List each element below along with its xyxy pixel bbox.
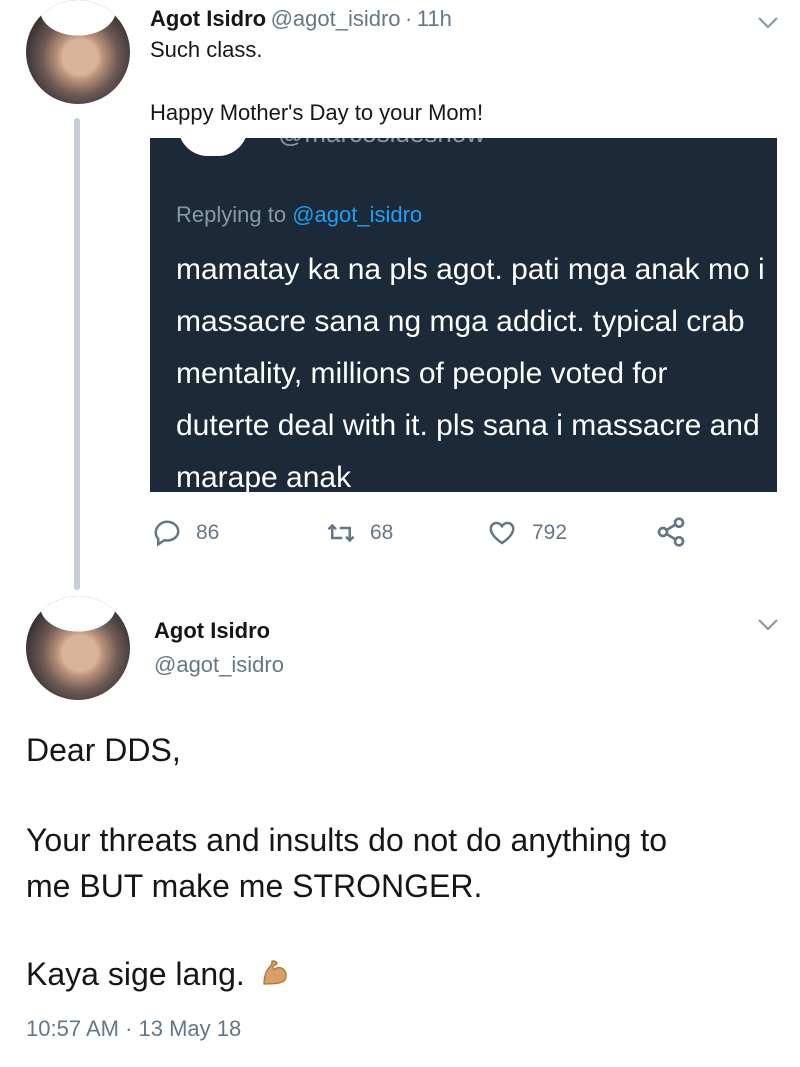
quoted-body: mamatay ka na pls agot. pati mga anak mo… [176, 253, 765, 492]
tweet-text-line: Dear DDS, [26, 732, 181, 768]
tweet-text-line: Such class. [150, 37, 263, 62]
like-button[interactable]: 792 [486, 518, 567, 548]
cropped-avatar [178, 138, 248, 156]
dot-separator: · [404, 6, 413, 31]
tweet-timestamp[interactable]: 10:57 AM · 13 May 18 [26, 1016, 241, 1042]
flexed-biceps-icon [263, 960, 287, 985]
chevron-down-icon[interactable] [756, 10, 780, 34]
replying-handle[interactable]: @agot_isidro [292, 202, 422, 227]
like-count: 792 [532, 521, 568, 544]
author-handle[interactable]: @agot_isidro [271, 6, 401, 31]
reply-button[interactable]: 86 [152, 518, 219, 548]
tweet-text-line: Your threats and insults do not do anyth… [26, 822, 668, 858]
avatar[interactable] [26, 0, 130, 104]
tweet-text-line: Kaya sige lang. [26, 952, 291, 996]
avatar[interactable] [26, 596, 130, 700]
retweet-count: 68 [370, 521, 394, 544]
tweet-time[interactable]: 11h [417, 6, 452, 31]
tweet-text-line: me BUT make me STRONGER. [26, 868, 483, 904]
heart-icon [489, 521, 515, 545]
cropped-handle: @marcosideshow [278, 138, 485, 149]
retweet-icon [327, 523, 355, 543]
thread-connector-line [74, 118, 80, 590]
reply-count: 86 [196, 521, 220, 544]
share-button[interactable] [654, 516, 702, 548]
tweet-header: Agot Isidro @agot_isidro · 11h [150, 6, 452, 32]
author-name[interactable]: Agot Isidro [150, 6, 266, 31]
cropped-header: @marcosideshow [150, 138, 777, 156]
author-handle[interactable]: @agot_isidro [154, 652, 284, 678]
tweet-text-line: Happy Mother's Day to your Mom! [150, 100, 484, 125]
replying-prefix: Replying to [176, 202, 293, 227]
chevron-down-icon[interactable] [756, 612, 780, 636]
author-name[interactable]: Agot Isidro [154, 618, 270, 644]
quoted-screenshot[interactable]: @marcosideshow Replying to @agot_isidro … [150, 138, 777, 492]
retweet-button[interactable]: 68 [326, 518, 393, 548]
reply-icon [154, 520, 180, 547]
replying-to: Replying to @agot_isidro [176, 202, 422, 228]
share-icon [657, 517, 685, 547]
closing-text: Kaya sige lang. [26, 956, 245, 992]
